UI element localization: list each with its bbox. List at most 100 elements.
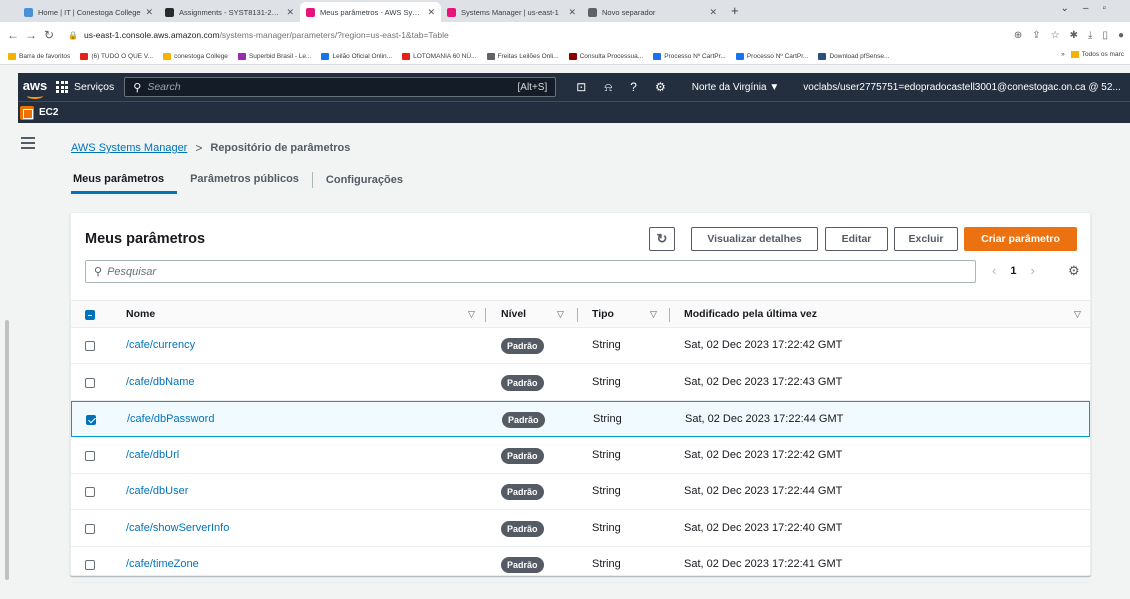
menu-icon[interactable] [21, 137, 35, 149]
column-header-name[interactable]: Nome [126, 301, 155, 329]
tab-my-parameters[interactable]: Meus parâmetros [71, 166, 178, 194]
cloudshell-icon[interactable]: ⊡ [576, 80, 586, 94]
parameter-modified: Sat, 02 Dec 2023 17:22:41 GMT [684, 558, 843, 570]
parameter-name-link[interactable]: /cafe/dbUser [126, 485, 188, 497]
column-divider[interactable] [485, 308, 486, 322]
delete-button[interactable]: Excluir [894, 227, 958, 251]
parameter-name-link[interactable]: /cafe/dbUrl [126, 449, 179, 461]
region-selector[interactable]: Norte da Virgínia ▼ [692, 82, 780, 93]
row-checkbox[interactable] [85, 523, 95, 534]
close-icon[interactable]: ✕ [709, 7, 717, 18]
table-settings-icon[interactable]: ⚙ [1068, 263, 1080, 279]
parameter-name-link[interactable]: /cafe/dbPassword [127, 413, 214, 425]
forward-icon[interactable]: → [24, 28, 38, 42]
column-divider[interactable] [669, 308, 670, 322]
browser-tab[interactable]: Novo separador ✕ [582, 2, 723, 22]
bookmark-item[interactable]: Freitas Leilões Onli... [486, 52, 559, 60]
star-icon[interactable]: ☆ [1051, 30, 1060, 41]
edit-button[interactable]: Editar [825, 227, 888, 251]
bookmarks-more-icon[interactable]: » [1061, 51, 1065, 58]
window-controls[interactable]: ⌄–▫ [1061, 3, 1121, 14]
aws-search-input[interactable]: ⚲ Search [Alt+S] [124, 77, 557, 97]
row-checkbox[interactable] [85, 560, 95, 570]
account-menu[interactable]: voclabs/user2775751=edopradocastell3001@… [803, 82, 1120, 93]
left-scrollbar[interactable] [5, 320, 9, 580]
url-field[interactable]: 🔒 us-east-1.console.aws.amazon.com /syst… [68, 25, 1014, 45]
browser-tab[interactable]: Meus parâmetros - AWS System ✕ [300, 2, 441, 22]
table-row[interactable]: /cafe/dbName Padrão String Sat, 02 Dec 2023… [71, 365, 1090, 401]
bookmark-item[interactable]: Barra de favoritos [8, 52, 70, 60]
browser-tab[interactable]: Assignments - SYST8131-23F-Se ✕ [159, 2, 300, 22]
browser-tab[interactable]: Systems Manager | us-east-1 ✕ [441, 2, 582, 22]
table-row[interactable]: /cafe/dbUser Padrão String Sat, 02 Dec 2023… [71, 474, 1090, 510]
view-details-button[interactable]: Visualizar detalhes [691, 227, 818, 251]
services-menu[interactable]: Serviços [56, 81, 114, 93]
new-tab-button[interactable]: + [723, 2, 747, 22]
column-header-modified[interactable]: Modificado pela última vez [684, 301, 817, 329]
extensions-icon[interactable]: ✱ [1070, 30, 1078, 41]
row-checkbox[interactable] [85, 450, 95, 461]
bookmark-item[interactable]: (6) TUDO O QUE V... [80, 52, 153, 60]
bookmark-item[interactable]: Superbid Brasil - Le... [237, 52, 311, 60]
aws-logo[interactable]: aws [18, 78, 52, 99]
bell-icon[interactable]: ⍾ [604, 80, 612, 95]
bookmark-item[interactable]: Processo Nº CartPr... [735, 52, 808, 60]
share-icon[interactable]: ⇪ [1032, 30, 1040, 41]
chevron-left-icon[interactable]: ‹ [992, 263, 996, 278]
breadcrumb-systems-manager[interactable]: AWS Systems Manager [71, 142, 187, 154]
search-icon: ⚲ [133, 81, 142, 94]
close-icon[interactable]: ✕ [427, 7, 435, 18]
parameter-name-link[interactable]: /cafe/dbName [126, 376, 194, 388]
download-icon[interactable]: ⤓ [1088, 30, 1092, 41]
create-parameter-button[interactable]: Criar parâmetro [964, 227, 1077, 251]
reload-icon[interactable]: ↻ [42, 28, 56, 42]
browser-tab[interactable]: Home | IT | Conestoga College ✕ [18, 2, 159, 22]
zoom-icon[interactable]: ⊕ [1014, 30, 1022, 41]
parameter-name-link[interactable]: /cafe/currency [126, 339, 195, 351]
table-row[interactable]: /cafe/currency Padrão String Sat, 02 Dec 20… [71, 328, 1090, 364]
column-header-level[interactable]: Nível [501, 301, 526, 329]
bookmark-item[interactable]: Leilão Oficial Onlin... [321, 52, 392, 60]
bookmark-item[interactable]: Download pfSense... [818, 52, 889, 60]
select-all-checkbox[interactable] [85, 310, 95, 320]
sort-icon[interactable]: ▽ [557, 301, 564, 329]
bookmark-item[interactable]: conestoga College [163, 52, 228, 60]
close-icon[interactable]: ✕ [286, 7, 294, 18]
table-row[interactable]: /cafe/showServerInfo Padrão String Sat, 02 … [71, 511, 1090, 547]
help-icon[interactable]: ? [630, 80, 637, 94]
tab-public-parameters[interactable]: Parâmetros públicos [177, 166, 312, 194]
row-checkbox[interactable] [85, 377, 95, 388]
parameter-name-link[interactable]: /cafe/timeZone [126, 558, 199, 570]
sort-icon[interactable]: ▽ [468, 301, 475, 329]
filter-input[interactable]: ⚲ Pesquisar [85, 260, 976, 283]
chevron-right-icon[interactable]: › [1030, 263, 1034, 278]
sort-icon[interactable]: ▽ [650, 301, 657, 329]
close-icon[interactable]: ✕ [568, 7, 576, 18]
row-checkbox[interactable] [85, 487, 95, 497]
level-badge: Padrão [501, 338, 544, 354]
bookmark-item[interactable]: Consulta Processua... [568, 52, 643, 60]
table-row[interactable]: /cafe/dbUrl Padrão String Sat, 02 Dec 2023 … [71, 438, 1090, 474]
table-row[interactable]: /cafe/timeZone Padrão String Sat, 02 Dec 20… [71, 547, 1090, 583]
sidebar-icon[interactable]: ▯ [1102, 30, 1108, 41]
refresh-button[interactable]: ↻ [649, 227, 675, 251]
page-number[interactable]: 1 [1010, 265, 1016, 277]
back-icon[interactable]: ← [6, 28, 20, 42]
ec2-icon[interactable] [20, 105, 34, 120]
bookmarks-overflow[interactable]: » Todos os marc [1055, 51, 1124, 58]
profile-icon[interactable]: ● [1118, 30, 1124, 41]
bookmark-item[interactable]: Processo Nº CartPr... [653, 52, 726, 60]
tab-settings[interactable]: Configurações [311, 172, 416, 188]
parameter-name-link[interactable]: /cafe/showServerInfo [126, 522, 229, 534]
close-icon[interactable]: ✕ [145, 7, 153, 18]
row-checkbox[interactable] [85, 341, 95, 351]
sort-icon[interactable]: ▽ [1074, 301, 1081, 329]
all-bookmarks[interactable]: Todos os marc [1082, 51, 1124, 58]
table-row[interactable]: /cafe/dbPassword Padrão String Sat, 02 Dec … [71, 401, 1090, 437]
gear-icon[interactable]: ⚙ [655, 80, 666, 94]
column-header-type[interactable]: Tipo [592, 301, 614, 329]
row-checkbox[interactable] [86, 415, 96, 425]
bookmark-item[interactable]: LOTOMANIA 60 NÚ... [402, 52, 477, 60]
column-divider[interactable] [577, 308, 578, 322]
ec2-shortcut[interactable]: EC2 [39, 107, 58, 118]
